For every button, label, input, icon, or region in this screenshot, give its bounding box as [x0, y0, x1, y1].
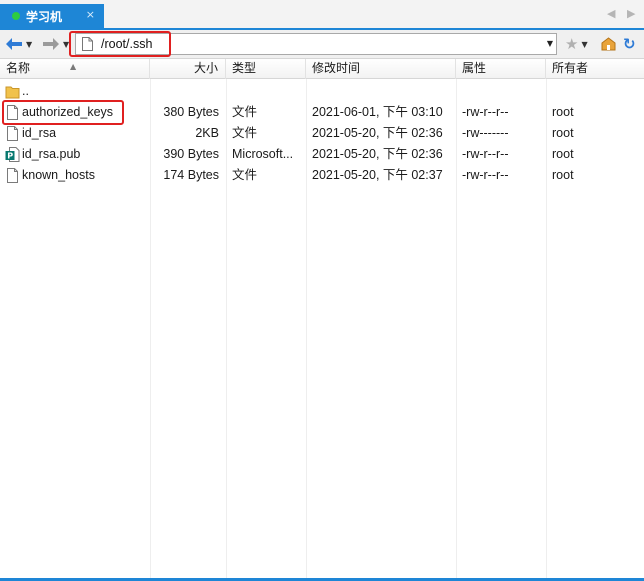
navigation-toolbar: ▼ ▼ /root/.ssh ▼ ★ ▼ ↻: [0, 28, 644, 59]
file-row-id-rsa[interactable]: id_rsa 2KB 文件 2021-05-20, 下午 02:36 -rw--…: [0, 123, 644, 144]
file-name: ..: [22, 84, 29, 98]
bookmark-button[interactable]: ★ ▼: [565, 35, 588, 53]
file-type: 文件: [232, 168, 258, 182]
address-path-text: /root/.ssh: [101, 37, 153, 51]
file-attributes: -rw-r--r--: [462, 147, 509, 161]
column-header-type-label: 类型: [232, 61, 257, 75]
session-tab[interactable]: 学习机 ×: [0, 4, 104, 28]
column-header-modified[interactable]: 修改时间: [306, 59, 456, 79]
back-arrow-icon: [6, 38, 22, 50]
address-dropdown-icon[interactable]: ▼: [547, 39, 553, 48]
column-header-modified-label: 修改时间: [312, 61, 361, 75]
column-header-size-label: 大小: [193, 61, 218, 75]
column-header-type[interactable]: 类型: [226, 59, 306, 79]
file-owner: root: [552, 147, 574, 161]
file-size: 2KB: [195, 126, 219, 140]
file-attributes: -rw-r--r--: [462, 168, 509, 182]
file-type: 文件: [232, 105, 258, 119]
file-icon: [82, 37, 93, 51]
file-row-authorized-keys[interactable]: authorized_keys 380 Bytes 文件 2021-06-01,…: [0, 102, 644, 123]
file-type: 文件: [232, 126, 258, 140]
back-history-dropdown-icon[interactable]: ▼: [26, 40, 32, 49]
file-name: id_rsa.pub: [22, 147, 81, 161]
column-header-name[interactable]: 名称 ▲: [0, 59, 150, 79]
file-size: 174 Bytes: [163, 168, 219, 182]
file-attributes: -rw-r--r--: [462, 105, 509, 119]
column-header-owner-label: 所有者: [552, 61, 589, 75]
file-modified: 2021-06-01, 下午 03:10: [312, 105, 443, 119]
file-owner: root: [552, 105, 574, 119]
svg-text:P: P: [7, 152, 13, 161]
tab-scroll-right-icon[interactable]: ▶: [627, 7, 635, 20]
file-modified: 2021-05-20, 下午 02:36: [312, 147, 443, 161]
publisher-file-icon: P: [5, 147, 20, 162]
file-owner: root: [552, 126, 574, 140]
folder-icon: [5, 86, 20, 99]
file-row-id-rsa-pub[interactable]: P id_rsa.pub 390 Bytes Microsoft... 2021…: [0, 144, 644, 165]
connected-status-dot: [12, 12, 20, 20]
bookmark-dropdown-icon[interactable]: ▼: [581, 40, 587, 49]
address-bar[interactable]: /root/.ssh ▼: [75, 33, 557, 55]
file-icon: [7, 105, 18, 120]
home-button[interactable]: [601, 35, 616, 53]
column-header-owner[interactable]: 所有者: [546, 59, 644, 79]
column-header-attributes[interactable]: 属性: [456, 59, 546, 79]
file-row-known-hosts[interactable]: known_hosts 174 Bytes 文件 2021-05-20, 下午 …: [0, 165, 644, 186]
file-list-header: 名称 ▲ 大小 类型 修改时间 属性 所有者: [0, 59, 644, 79]
star-icon: ★: [565, 35, 579, 53]
file-modified: 2021-05-20, 下午 02:37: [312, 168, 443, 182]
file-attributes: -rw-------: [462, 126, 509, 140]
back-button[interactable]: ▼: [5, 35, 32, 53]
column-header-name-label: 名称: [6, 61, 31, 75]
file-name: authorized_keys: [22, 105, 114, 119]
tab-strip: 学习机 × ◀ ▶: [0, 0, 644, 28]
file-size: 380 Bytes: [163, 105, 219, 119]
file-modified: 2021-05-20, 下午 02:36: [312, 126, 443, 140]
file-size: 390 Bytes: [163, 147, 219, 161]
file-icon: [7, 168, 18, 183]
tab-scroll-left-icon[interactable]: ◀: [607, 7, 615, 20]
file-icon: [7, 126, 18, 141]
sort-ascending-icon: ▲: [70, 62, 77, 71]
forward-arrow-icon: [43, 38, 59, 50]
close-tab-icon[interactable]: ×: [86, 8, 95, 21]
refresh-icon: ↻: [623, 35, 636, 53]
refresh-button[interactable]: ↻: [623, 35, 636, 53]
forward-button[interactable]: ▼: [42, 35, 69, 53]
parent-folder-row[interactable]: ..: [0, 81, 644, 102]
file-name: known_hosts: [22, 168, 95, 182]
column-header-size[interactable]: 大小: [150, 59, 226, 79]
session-tab-title: 学习机: [26, 9, 63, 24]
column-header-attributes-label: 属性: [462, 61, 487, 75]
forward-history-dropdown-icon[interactable]: ▼: [63, 40, 69, 49]
file-name: id_rsa: [22, 126, 57, 140]
home-folder-icon: [601, 37, 616, 51]
file-type: Microsoft...: [232, 147, 294, 161]
file-owner: root: [552, 168, 574, 182]
